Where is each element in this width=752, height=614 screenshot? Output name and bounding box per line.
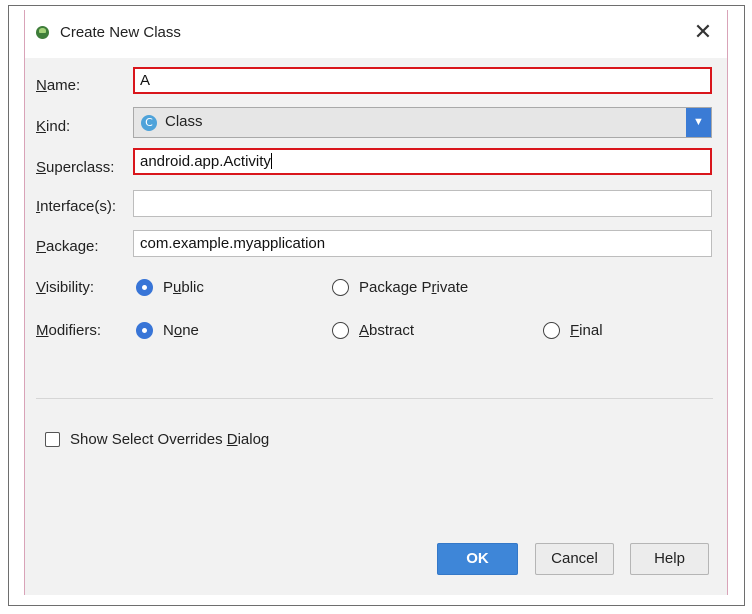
superclass-field[interactable]: android.app.Activity: [133, 148, 712, 175]
name-field[interactable]: A: [133, 67, 712, 94]
separator: [36, 398, 713, 399]
show-overrides-text-pre: Show Select Overrides: [70, 431, 227, 448]
help-button[interactable]: Help: [630, 543, 709, 575]
modifiers-label-mnemonic: M: [36, 322, 49, 339]
modifiers-final-mnemonic: F: [570, 322, 580, 339]
name-label-text: ame:: [46, 77, 81, 94]
modifiers-label-text: odifiers:: [48, 322, 102, 339]
package-label-text: ackage:: [46, 238, 99, 255]
cancel-button[interactable]: Cancel: [535, 543, 614, 575]
visibility-public-radio[interactable]: [136, 279, 153, 296]
modifiers-abstract-mnemonic: A: [359, 322, 370, 339]
modifiers-abstract-text-post: bstract: [369, 322, 415, 339]
visibility-public-text-post: blic: [181, 279, 204, 296]
visibility-public-text-pre: P: [163, 279, 174, 296]
visibility-package-private-text-pre: Package P: [359, 279, 432, 296]
text-caret: [270, 153, 272, 169]
kind-label: Kind:: [36, 118, 70, 135]
show-overrides-label[interactable]: Show Select Overrides Dialog: [70, 431, 269, 448]
name-label-mnemonic: N: [36, 77, 47, 94]
visibility-label: Visibility:: [36, 279, 94, 296]
package-label: Package:: [36, 238, 99, 255]
superclass-label-text: uperclass:: [46, 159, 115, 176]
close-icon[interactable]: ✕: [691, 20, 715, 44]
create-new-class-dialog: Create New Class ✕ Name: A Kind: C Class…: [24, 10, 728, 595]
visibility-label-text: isibility:: [45, 279, 95, 296]
interfaces-label: Interface(s):: [36, 198, 116, 215]
modifiers-none-text-pre: N: [163, 322, 174, 339]
title-bar: Create New Class ✕: [25, 10, 727, 58]
kind-label-text: ind:: [46, 118, 71, 135]
interfaces-label-text: nterface(s):: [40, 198, 117, 215]
modifiers-none-mnemonic: o: [173, 322, 183, 339]
kind-select[interactable]: C Class ▼: [133, 107, 712, 138]
ok-button[interactable]: OK: [437, 543, 518, 575]
superclass-label: Superclass:: [36, 159, 114, 176]
modifiers-final-label[interactable]: Final: [570, 322, 603, 339]
modifiers-final-radio[interactable]: [543, 322, 560, 339]
name-label: Name:: [36, 77, 80, 94]
modifiers-abstract-radio[interactable]: [332, 322, 349, 339]
chevron-down-icon[interactable]: ▼: [686, 108, 711, 137]
modifiers-none-text-post: ne: [182, 322, 199, 339]
modifiers-none-label[interactable]: None: [163, 322, 199, 339]
superclass-value: android.app.Activity: [140, 153, 271, 170]
kind-select-value: Class: [165, 113, 203, 130]
modifiers-final-text-post: inal: [579, 322, 603, 339]
show-overrides-checkbox[interactable]: [45, 432, 60, 447]
package-field[interactable]: com.example.myapplication: [133, 230, 712, 257]
show-overrides-text-post: ialog: [237, 431, 270, 448]
visibility-package-private-radio[interactable]: [332, 279, 349, 296]
interfaces-field[interactable]: [133, 190, 712, 217]
package-label-mnemonic: P: [36, 238, 47, 255]
class-icon: C: [141, 115, 157, 131]
visibility-package-private-label[interactable]: Package Private: [359, 279, 468, 296]
show-overrides-mnemonic: D: [226, 431, 238, 448]
dialog-title: Create New Class: [60, 24, 181, 41]
modifiers-abstract-label[interactable]: Abstract: [359, 322, 414, 339]
modifiers-none-radio[interactable]: [136, 322, 153, 339]
superclass-label-mnemonic: S: [36, 159, 47, 176]
visibility-label-mnemonic: V: [36, 279, 46, 296]
kind-label-mnemonic: K: [36, 118, 47, 135]
visibility-public-label[interactable]: Public: [163, 279, 204, 296]
android-studio-icon: [36, 26, 49, 39]
visibility-package-private-text-post: ivate: [436, 279, 469, 296]
modifiers-label: Modifiers:: [36, 322, 101, 339]
